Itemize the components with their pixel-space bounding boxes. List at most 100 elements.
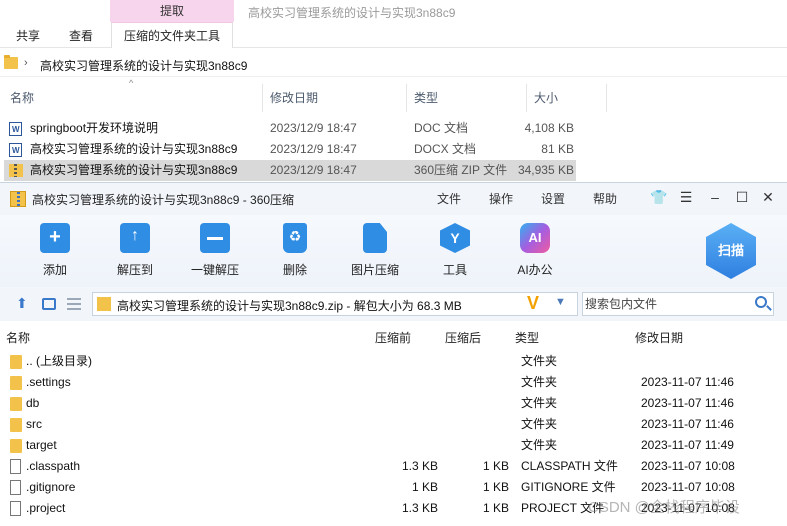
column-header-name[interactable]: 名称	[6, 329, 30, 346]
one-click-extract-button[interactable]: 一键解压	[184, 223, 246, 278]
ai-office-button[interactable]: AI办公	[504, 223, 566, 278]
word-doc-icon	[9, 119, 22, 140]
file-size: 4,108 KB	[524, 121, 574, 135]
archive-path-text: 高校实习管理系统的设计与实现3n88c9.zip - 解包大小为 68.3 MB	[117, 299, 462, 313]
explorer-ribbon-tabs: 共享 查看 压缩的文件夹工具	[0, 22, 787, 48]
search-box[interactable]	[582, 292, 774, 316]
column-header-size[interactable]: 大小	[534, 84, 558, 112]
column-header-type[interactable]: 类型	[414, 84, 438, 112]
tab-share[interactable]: 共享	[16, 27, 40, 44]
maximize-icon[interactable]: ☐	[733, 189, 751, 206]
up-arrow-icon[interactable]: ⬆	[16, 295, 30, 311]
tab-extract[interactable]: 提取	[110, 0, 234, 22]
column-divider[interactable]	[606, 84, 607, 112]
file-date: 2023/12/9 18:47	[270, 142, 357, 156]
entry-name: db	[26, 396, 40, 410]
column-divider[interactable]	[262, 84, 263, 112]
explorer-window-title: 高校实习管理系统的设计与实现3n88c9	[248, 6, 456, 20]
panel-view-icon[interactable]	[42, 298, 56, 310]
search-input[interactable]	[583, 293, 749, 315]
entry-size-after: 1 KB	[482, 501, 509, 515]
delete-button[interactable]: 删除	[264, 223, 326, 278]
archive-path-field[interactable]: 高校实习管理系统的设计与实现3n88c9.zip - 解包大小为 68.3 MB…	[92, 292, 578, 316]
file-icon	[10, 480, 21, 495]
file-row-selected[interactable]: 高校实习管理系统的设计与实现3n88c9 2023/12/9 18:47 360…	[4, 160, 576, 181]
entry-type: CLASSPATH 文件	[521, 459, 618, 473]
menu-file[interactable]: 文件	[437, 190, 461, 207]
v-logo-icon[interactable]: V	[527, 293, 539, 314]
image-compress-label: 图片压缩	[350, 263, 399, 277]
file-size: 81 KB	[541, 142, 574, 156]
tab-view[interactable]: 查看	[69, 27, 93, 44]
file-size: 34,935 KB	[517, 163, 574, 177]
entry-date: 2023-11-07 11:49	[641, 438, 734, 452]
entry-size-before: 1.3 KB	[401, 501, 438, 515]
archive-row[interactable]: target 文件夹 2023-11-07 11:49	[0, 435, 787, 456]
trash-icon	[283, 223, 307, 253]
archive-row[interactable]: .. (上级目录) 文件夹	[0, 351, 787, 372]
menu-settings[interactable]: 设置	[541, 190, 565, 207]
column-header-date[interactable]: 修改日期	[635, 329, 683, 346]
archive-row[interactable]: src 文件夹 2023-11-07 11:46	[0, 414, 787, 435]
breadcrumb[interactable]: 高校实习管理系统的设计与实现3n88c9	[40, 57, 247, 74]
column-header-before[interactable]: 压缩前	[375, 329, 411, 346]
image-compress-button[interactable]: 图片压缩	[344, 223, 406, 278]
entry-date: 2023-11-07 10:08	[641, 459, 735, 473]
extract-to-button[interactable]: 解压到	[104, 223, 166, 278]
archive-row[interactable]: .gitignore 1 KB 1 KB GITIGNORE 文件 2023-1…	[0, 477, 787, 498]
folder-icon	[10, 418, 22, 432]
entry-size-after: 1 KB	[482, 459, 509, 473]
archive-row[interactable]: .classpath 1.3 KB 1 KB CLASSPATH 文件 2023…	[0, 456, 787, 477]
entry-date: 2023-11-07 10:08	[641, 480, 735, 494]
entry-name: .project	[26, 501, 66, 515]
add-label: 添加	[42, 263, 67, 277]
chevron-right-icon[interactable]: ›	[24, 57, 28, 69]
entry-name: target	[26, 438, 57, 452]
tab-compressed-folder-tools[interactable]: 压缩的文件夹工具	[111, 22, 234, 48]
column-header-type[interactable]: 类型	[515, 329, 539, 346]
tools-label: 工具	[442, 263, 467, 277]
entry-date: 2023-11-07 11:46	[641, 375, 734, 389]
extract-icon	[120, 223, 150, 253]
column-divider[interactable]	[406, 84, 407, 112]
list-view-icon[interactable]	[67, 298, 81, 310]
minimize-icon[interactable]: –	[706, 189, 724, 205]
address-bar[interactable]: › 高校实习管理系统的设计与实现3n88c9	[0, 53, 787, 77]
menu-help[interactable]: 帮助	[593, 190, 617, 207]
menu-action[interactable]: 操作	[489, 190, 513, 207]
zip-path-bar: ⬆ 高校实习管理系统的设计与实现3n88c9.zip - 解包大小为 68.3 …	[0, 287, 787, 321]
dropdown-arrow-icon[interactable]: ▼	[555, 296, 566, 308]
menu-icon[interactable]: ☰	[677, 189, 695, 206]
zip-app-icon	[10, 191, 26, 207]
archive-row[interactable]: .settings 文件夹 2023-11-07 11:46	[0, 372, 787, 393]
tools-button[interactable]: 工具	[424, 223, 486, 278]
one-click-extract-label: 一键解压	[190, 263, 239, 277]
close-icon[interactable]: ✕	[759, 189, 777, 206]
add-button[interactable]: 添加	[24, 223, 86, 278]
file-name: 高校实习管理系统的设计与实现3n88c9	[30, 163, 238, 177]
file-type: DOC 文档	[414, 121, 469, 135]
entry-name: .gitignore	[26, 480, 76, 494]
sort-up-icon: ^	[129, 78, 134, 88]
one-click-extract-icon	[200, 223, 230, 253]
file-row[interactable]: springboot开发环境说明 2023/12/9 18:47 DOC 文档 …	[4, 118, 576, 140]
ai-icon	[520, 223, 550, 253]
entry-date: 2023-11-07 11:46	[641, 396, 734, 410]
entry-type: 文件夹	[521, 417, 558, 431]
column-header-date[interactable]: 修改日期	[270, 84, 318, 112]
file-row[interactable]: 高校实习管理系统的设计与实现3n88c9 2023/12/9 18:47 DOC…	[4, 139, 576, 161]
archive-row[interactable]: db 文件夹 2023-11-07 11:46	[0, 393, 787, 414]
add-icon	[40, 223, 70, 253]
entry-name: .settings	[26, 375, 71, 389]
zip-title-bar[interactable]: 高校实习管理系统的设计与实现3n88c9 - 360压缩 文件 操作 设置 帮助…	[0, 183, 787, 215]
entry-type: 文件夹	[521, 375, 558, 389]
file-name: springboot开发环境说明	[30, 121, 159, 135]
search-icon[interactable]	[755, 296, 767, 308]
zip-toolbar: 添加 解压到 一键解压 删除 图片压缩 工具 AI办公	[0, 215, 787, 287]
skin-icon[interactable]: 👕	[650, 189, 668, 206]
column-header-after[interactable]: 压缩后	[445, 329, 481, 346]
column-divider[interactable]	[526, 84, 527, 112]
entry-type: 文件夹	[521, 354, 558, 368]
column-header-name[interactable]: 名称	[10, 84, 34, 112]
entry-size-after: 1 KB	[482, 480, 509, 494]
